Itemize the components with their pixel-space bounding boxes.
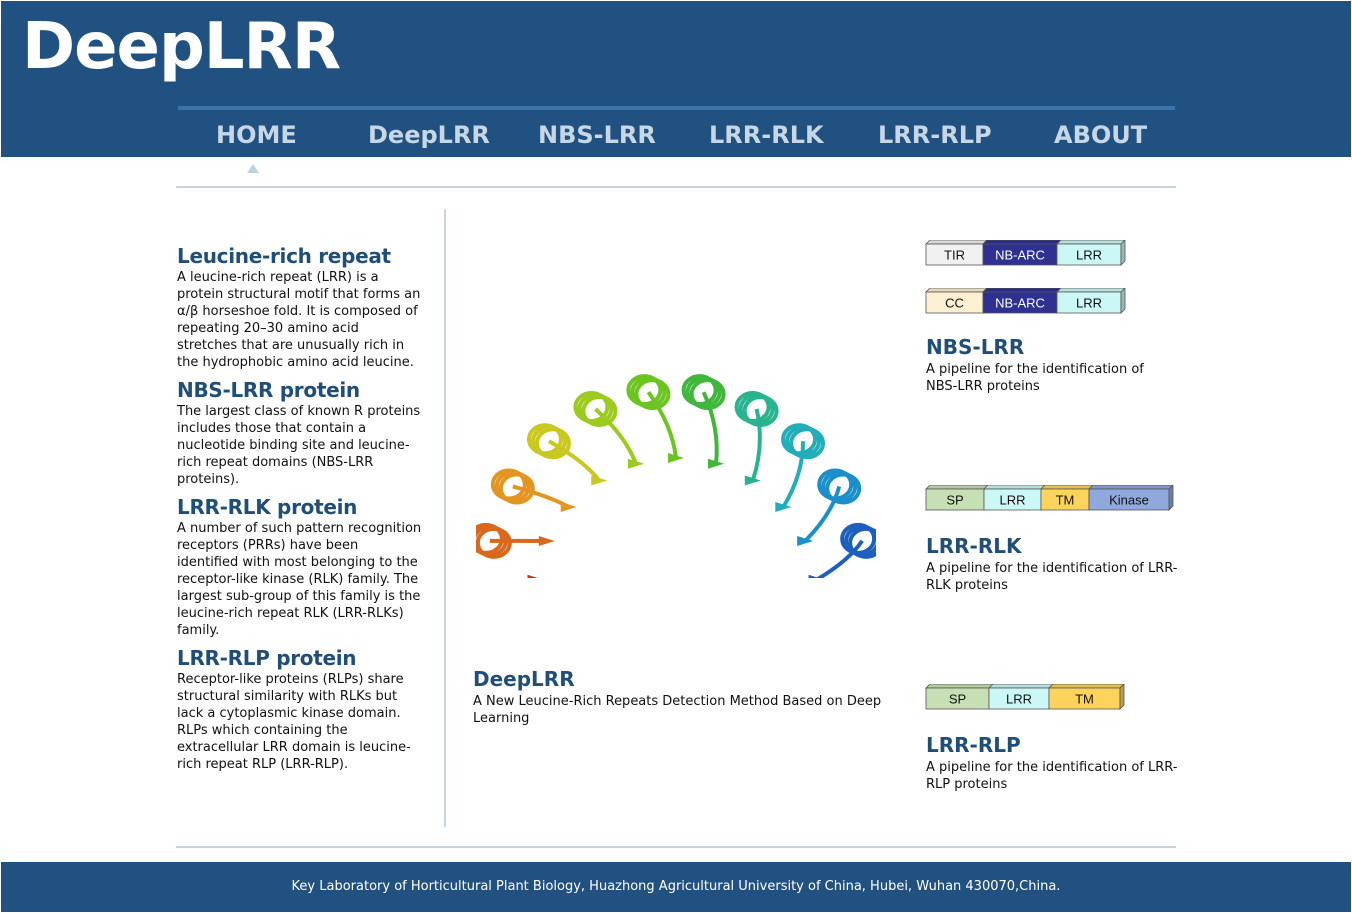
domain-nb-arc: NB-ARC [982, 240, 1062, 266]
loop-strand [547, 439, 601, 482]
domain-label: SP [949, 692, 966, 707]
domain-cc: CC [925, 288, 988, 314]
domain-tir: TIR [925, 240, 988, 266]
beta-arrow [538, 536, 555, 547]
bottom-divider [176, 846, 1176, 848]
domain-label: LRR [1006, 692, 1032, 707]
domain-label: NB-ARC [995, 248, 1045, 263]
lrr-section: Leucine-rich repeat A leucine-rich repea… [177, 244, 422, 371]
lrr-rlp-link[interactable]: LRR-RLP [926, 733, 1021, 758]
lrr-rlk-heading: LRR-RLK protein [177, 495, 358, 519]
main-nav: HOME DeepLRR NBS-LRR LRR-RLK LRR-RLP ABO… [177, 109, 1174, 157]
domain-lrr: LRR [983, 485, 1046, 511]
deeplrr-desc: A New Leucine-Rich Repeats Detection Met… [473, 694, 882, 726]
lrr-rlp-desc: A pipeline for the identification of LRR… [926, 760, 1178, 792]
nav-lrr-rlk[interactable]: LRR-RLK [709, 121, 824, 149]
nav-nbs-lrr[interactable]: NBS-LRR [538, 121, 656, 149]
footer-address: Key Laboratory of Horticultural Plant Bi… [291, 879, 1061, 894]
lrr-rlk-section: LRR-RLK protein A number of such pattern… [177, 495, 422, 639]
lrr-rlp-section: LRR-RLP protein Receptor-like proteins (… [177, 646, 422, 773]
domain-label: LRR [1076, 248, 1102, 263]
top-divider [176, 186, 1176, 188]
lrr-rlp-diagram: SP LRR TM [925, 684, 1125, 710]
site-footer: Key Laboratory of Horticultural Plant Bi… [1, 862, 1351, 912]
domain-tm: TM [1048, 684, 1125, 710]
helix-coil [840, 522, 876, 559]
protein-structure-image [476, 330, 876, 578]
domain-label: CC [945, 296, 964, 311]
lrr-rlp-heading: LRR-RLP protein [177, 646, 357, 670]
intro-column: Leucine-rich repeat A leucine-rich repea… [177, 244, 422, 780]
domain-lrr: LRR [988, 684, 1054, 710]
deeplrr-title[interactable]: DeepLRR [473, 667, 575, 692]
beta-arrow [527, 574, 538, 578]
domain-label: LRR [1076, 296, 1102, 311]
domain-lrr: LRR [1056, 240, 1126, 266]
column-divider [444, 209, 446, 827]
lrr-text: A leucine-rich repeat (LRR) is a protein… [177, 270, 421, 370]
domain-sp: SP [925, 485, 989, 511]
nav-lrr-rlp[interactable]: LRR-RLP [878, 121, 992, 149]
lrr-rlk-text: A number of such pattern recognition rec… [177, 521, 422, 638]
domain-lrr: LRR [1056, 288, 1126, 314]
nbs-lrr-text: The largest class of known R proteins in… [177, 404, 421, 487]
beta-arrow [560, 502, 577, 513]
domain-nb-arc: NB-ARC [982, 288, 1062, 314]
active-nav-indicator [247, 164, 259, 173]
protein-ribbon-graphic [476, 374, 876, 578]
domain-label: Kinase [1109, 493, 1149, 508]
lrr-rlk-diagram: SP LRR TM Kinase [925, 485, 1174, 511]
domain-sp: SP [925, 684, 994, 710]
tir-nbs-lrr-diagram: TIR NB-ARC LRR [925, 240, 1126, 266]
domain-label: LRR [999, 493, 1025, 508]
nbs-lrr-desc: A pipeline for the identification of NBS… [926, 362, 1144, 394]
nbs-lrr-section: NBS-LRR protein The largest class of kno… [177, 378, 422, 488]
lrr-rlp-text: Receptor-like proteins (RLPs) share stru… [177, 672, 411, 772]
domain-label: TM [1075, 692, 1094, 707]
cc-nbs-lrr-diagram: CC NB-ARC LRR [925, 288, 1126, 314]
nbs-lrr-link[interactable]: NBS-LRR [926, 335, 1024, 360]
beta-arrow [591, 475, 608, 486]
nbs-lrr-heading: NBS-LRR protein [177, 378, 360, 402]
nav-home[interactable]: HOME [216, 121, 297, 149]
domain-label: TIR [944, 248, 965, 263]
domain-label: NB-ARC [995, 296, 1045, 311]
domain-label: TM [1056, 493, 1075, 508]
domain-tm: TM [1040, 485, 1094, 511]
site-logo[interactable]: DeepLRR [22, 5, 341, 89]
loop-strand [815, 539, 864, 578]
lrr-rlk-link[interactable]: LRR-RLK [926, 534, 1022, 559]
domain-label: SP [946, 493, 963, 508]
nav-about[interactable]: ABOUT [1054, 121, 1147, 149]
lrr-rlk-desc: A pipeline for the identification of LRR… [926, 561, 1178, 593]
domain-kinase: Kinase [1088, 485, 1174, 511]
nav-deeplrr[interactable]: DeepLRR [368, 121, 490, 149]
lrr-heading: Leucine-rich repeat [177, 244, 391, 268]
